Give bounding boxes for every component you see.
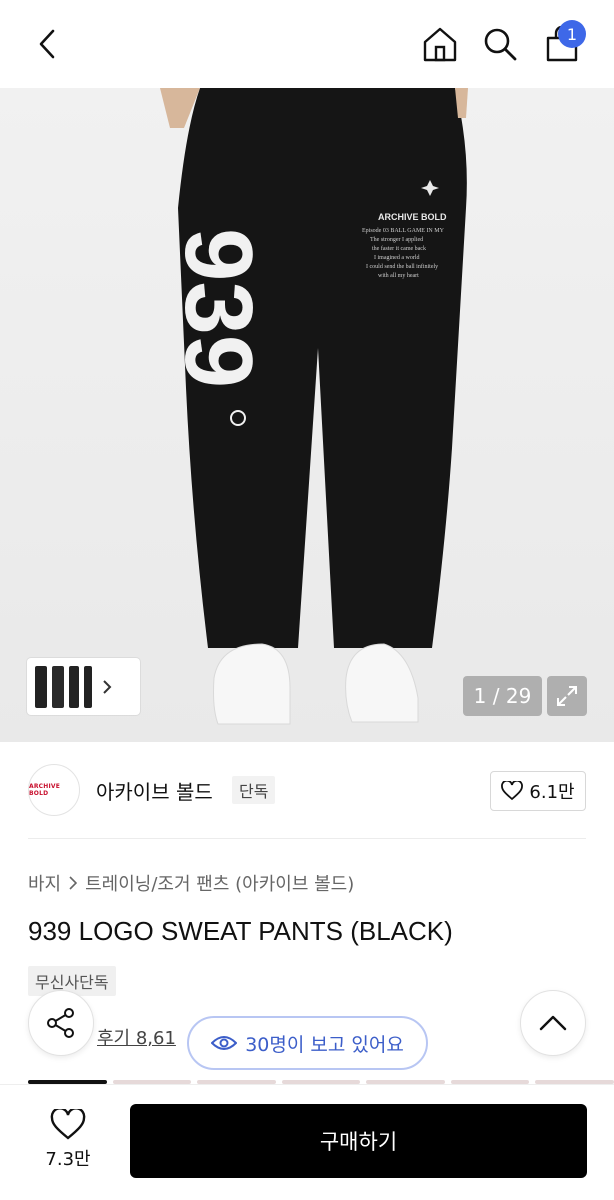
svg-text:I could send the ball infinite: I could send the ball infinitely bbox=[366, 263, 438, 270]
svg-text:the faster it came back: the faster it came back bbox=[372, 245, 426, 252]
search-button[interactable] bbox=[478, 22, 522, 66]
chevron-up-icon bbox=[539, 1015, 567, 1031]
expand-icon bbox=[557, 686, 577, 706]
viewers-text: 30명이 보고 있어요 bbox=[245, 1033, 404, 1056]
breadcrumb-category[interactable]: 바지 bbox=[28, 870, 61, 896]
buy-button[interactable]: 구매하기 bbox=[130, 1104, 587, 1178]
breadcrumb-subcategory[interactable]: 트레이닝/조거 팬츠 (아카이브 볼드) bbox=[85, 870, 354, 896]
home-button[interactable] bbox=[418, 22, 462, 66]
thumbnail-previews bbox=[35, 665, 92, 708]
svg-text:Episode 03 BALL GAME IN MY: Episode 03 BALL GAME IN MY bbox=[362, 228, 445, 234]
brand-logo[interactable]: ARCHIVE BOLD bbox=[28, 764, 80, 816]
chevron-right-icon bbox=[103, 679, 112, 694]
thumbnail-strip[interactable] bbox=[27, 658, 140, 715]
wishlist-count: 7.3만 bbox=[45, 1149, 91, 1170]
product-image-gallery[interactable]: 939 ARCHIVE BOLD Episode 03 BALL GAME IN… bbox=[0, 88, 614, 742]
heart-icon bbox=[501, 781, 524, 801]
cart-count-badge: 1 bbox=[558, 20, 586, 48]
print-number: 939 bbox=[165, 228, 272, 388]
exclusive-tag: 단독 bbox=[232, 776, 276, 804]
top-navigation-bar: 1 bbox=[0, 0, 614, 88]
review-link[interactable]: 후기 8,61 bbox=[97, 1024, 176, 1050]
svg-text:ARCHIVE BOLD: ARCHIVE BOLD bbox=[378, 212, 447, 222]
search-icon bbox=[484, 28, 517, 61]
product-title: 939 LOGO SWEAT PANTS (BLACK) bbox=[28, 916, 453, 946]
chevron-right-icon bbox=[69, 876, 78, 890]
back-button[interactable] bbox=[26, 22, 70, 66]
expand-button[interactable] bbox=[547, 676, 587, 716]
share-icon bbox=[47, 1008, 74, 1038]
breadcrumb: 바지 트레이닝/조거 팬츠 (아카이브 볼드) bbox=[28, 870, 354, 896]
share-button[interactable] bbox=[28, 990, 94, 1056]
viewers-indicator: 30명이 보고 있어요 bbox=[187, 1016, 428, 1070]
svg-text:The stronger I applied: The stronger I applied bbox=[370, 237, 423, 243]
svg-text:with all my heart: with all my heart bbox=[378, 273, 419, 279]
heart-icon bbox=[50, 1109, 86, 1140]
brand-name[interactable]: 아카이브 볼드 bbox=[96, 776, 213, 805]
svg-text:I imagined a world: I imagined a world bbox=[374, 255, 420, 261]
scroll-to-top-button[interactable] bbox=[520, 990, 586, 1056]
brand-like-button[interactable]: 6.1만 bbox=[490, 771, 586, 811]
chevron-left-icon bbox=[39, 29, 55, 59]
image-counter: 1 / 29 bbox=[463, 676, 542, 716]
home-icon bbox=[423, 27, 457, 62]
divider bbox=[28, 838, 586, 839]
wishlist-button[interactable]: 7.3만 bbox=[28, 1104, 108, 1176]
product-photo: 939 ARCHIVE BOLD Episode 03 BALL GAME IN… bbox=[160, 88, 468, 725]
brand-like-count: 6.1만 bbox=[529, 782, 575, 803]
eye-icon bbox=[211, 1036, 238, 1050]
